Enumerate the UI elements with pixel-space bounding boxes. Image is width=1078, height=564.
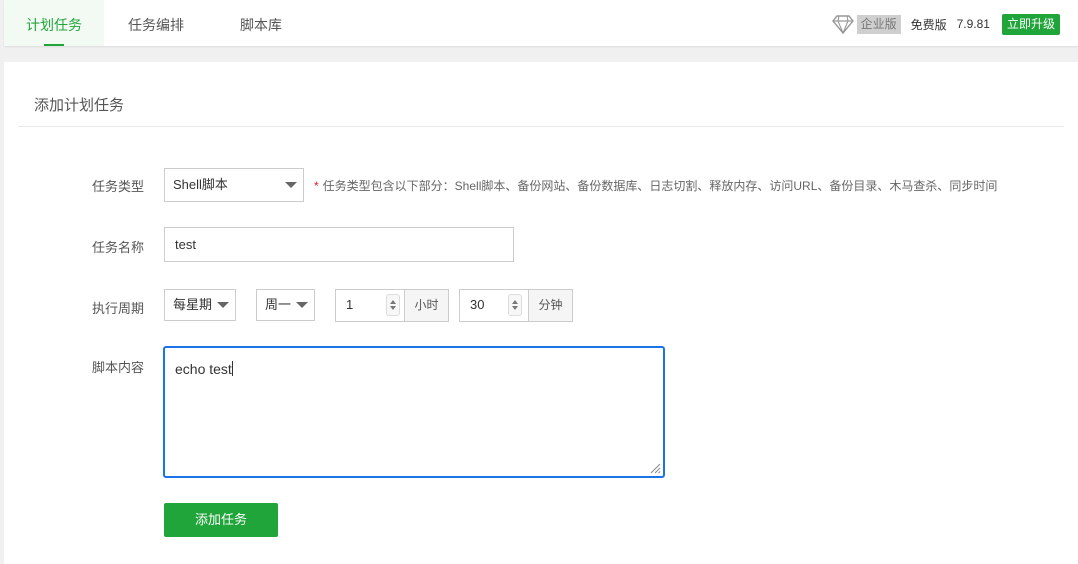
hour-unit: 小时	[404, 290, 448, 321]
required-star: *	[314, 179, 319, 193]
arrow-down-icon	[390, 306, 396, 310]
chevron-down-icon	[285, 182, 297, 188]
minute-value: 30	[470, 297, 485, 312]
cycle-label: 执行周期	[91, 301, 144, 316]
free-edition-label: 免费版	[910, 17, 947, 32]
add-task-panel: 添加计划任务 任务类型 Shell脚本 * 任务类型包含以下部分：Shell脚本、…	[4, 62, 1078, 564]
cycle-period-value: 每星期	[173, 297, 213, 312]
weekday-select[interactable]: 周一	[256, 289, 315, 321]
chevron-down-icon	[296, 302, 308, 308]
task-type-hint-text: 任务类型包含以下部分：Shell脚本、备份网站、备份数据库、日志切割、释放内存、…	[322, 179, 998, 193]
weekday-value: 周一	[265, 297, 292, 312]
minute-unit: 分钟	[528, 290, 572, 321]
diamond-icon	[831, 15, 854, 35]
text-cursor	[231, 361, 233, 376]
tab-script-library[interactable]: 脚本库	[218, 0, 304, 46]
task-type-value: Shell脚本	[173, 177, 228, 192]
arrow-up-icon	[512, 300, 518, 304]
tab-scheduled-tasks[interactable]: 计划任务	[4, 0, 104, 46]
resize-grip-icon[interactable]	[649, 462, 661, 474]
task-name-input[interactable]	[164, 227, 514, 262]
hour-spin-arrows[interactable]	[386, 294, 400, 316]
top-nav-bar: 计划任务 任务编排 脚本库 企业版 免费版 7.9.81 立即升级	[4, 0, 1078, 46]
task-type-label: 任务类型	[91, 179, 144, 194]
task-type-select[interactable]: Shell脚本	[164, 168, 304, 202]
arrow-up-icon	[390, 300, 396, 304]
task-type-hint: * 任务类型包含以下部分：Shell脚本、备份网站、备份数据库、日志切割、释放内存…	[314, 177, 997, 194]
hour-value: 1	[346, 297, 354, 312]
script-label: 脚本内容	[91, 360, 144, 375]
minute-spin-arrows[interactable]	[508, 294, 522, 316]
add-task-button[interactable]: 添加任务	[164, 503, 278, 537]
script-text: echo test	[175, 361, 232, 377]
hour-stepper[interactable]: 1 小时	[335, 289, 449, 322]
version-label: 7.9.81	[956, 17, 990, 31]
header-tools: 企业版 免费版 7.9.81 立即升级	[831, 13, 1060, 35]
enterprise-edition-badge[interactable]: 企业版	[856, 14, 901, 34]
script-textarea[interactable]: echo test	[163, 346, 665, 478]
arrow-down-icon	[512, 306, 518, 310]
panel-title: 添加计划任务	[34, 97, 125, 114]
task-name-label: 任务名称	[91, 240, 144, 255]
chevron-down-icon	[217, 302, 229, 308]
cycle-period-select[interactable]: 每星期	[164, 289, 236, 321]
upgrade-button[interactable]: 立即升级	[1001, 13, 1060, 35]
title-divider	[18, 126, 1064, 127]
minute-stepper[interactable]: 30 分钟	[459, 289, 573, 322]
tab-task-orchestration[interactable]: 任务编排	[112, 0, 200, 46]
